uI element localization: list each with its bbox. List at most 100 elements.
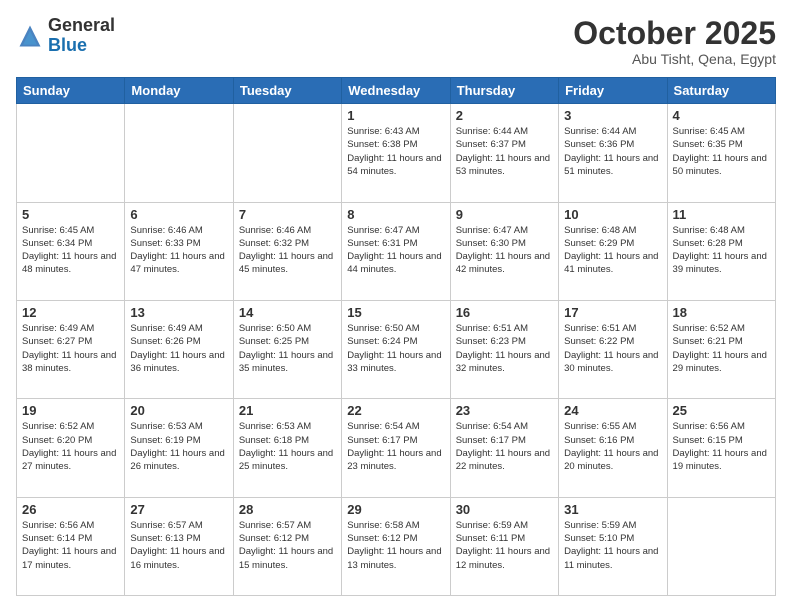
day-number: 25 bbox=[673, 403, 770, 418]
calendar-cell: 28 Sunrise: 6:57 AM Sunset: 6:12 PM Dayli… bbox=[233, 497, 341, 595]
day-number: 27 bbox=[130, 502, 227, 517]
day-info: Sunrise: 6:47 AM Sunset: 6:30 PM Dayligh… bbox=[456, 224, 553, 277]
day-info: Sunrise: 6:57 AM Sunset: 6:13 PM Dayligh… bbox=[130, 519, 227, 572]
calendar-cell: 25 Sunrise: 6:56 AM Sunset: 6:15 PM Dayli… bbox=[667, 399, 775, 497]
day-info: Sunrise: 6:48 AM Sunset: 6:29 PM Dayligh… bbox=[564, 224, 661, 277]
calendar-cell bbox=[17, 104, 125, 202]
calendar-cell: 16 Sunrise: 6:51 AM Sunset: 6:23 PM Dayli… bbox=[450, 300, 558, 398]
day-number: 4 bbox=[673, 108, 770, 123]
day-info: Sunrise: 6:57 AM Sunset: 6:12 PM Dayligh… bbox=[239, 519, 336, 572]
day-info: Sunrise: 6:52 AM Sunset: 6:20 PM Dayligh… bbox=[22, 420, 119, 473]
day-number: 13 bbox=[130, 305, 227, 320]
calendar-cell: 11 Sunrise: 6:48 AM Sunset: 6:28 PM Dayli… bbox=[667, 202, 775, 300]
calendar-cell: 17 Sunrise: 6:51 AM Sunset: 6:22 PM Dayli… bbox=[559, 300, 667, 398]
day-info: Sunrise: 6:51 AM Sunset: 6:22 PM Dayligh… bbox=[564, 322, 661, 375]
day-number: 12 bbox=[22, 305, 119, 320]
calendar-cell: 30 Sunrise: 6:59 AM Sunset: 6:11 PM Dayli… bbox=[450, 497, 558, 595]
day-number: 29 bbox=[347, 502, 444, 517]
day-number: 5 bbox=[22, 207, 119, 222]
day-info: Sunrise: 6:44 AM Sunset: 6:36 PM Dayligh… bbox=[564, 125, 661, 178]
calendar-cell: 18 Sunrise: 6:52 AM Sunset: 6:21 PM Dayli… bbox=[667, 300, 775, 398]
calendar-cell: 5 Sunrise: 6:45 AM Sunset: 6:34 PM Daylig… bbox=[17, 202, 125, 300]
location: Abu Tisht, Qena, Egypt bbox=[573, 51, 776, 67]
day-number: 6 bbox=[130, 207, 227, 222]
day-number: 7 bbox=[239, 207, 336, 222]
day-number: 8 bbox=[347, 207, 444, 222]
day-info: Sunrise: 6:55 AM Sunset: 6:16 PM Dayligh… bbox=[564, 420, 661, 473]
day-number: 16 bbox=[456, 305, 553, 320]
day-number: 20 bbox=[130, 403, 227, 418]
day-number: 9 bbox=[456, 207, 553, 222]
weekday-header: Monday bbox=[125, 78, 233, 104]
weekday-header: Friday bbox=[559, 78, 667, 104]
calendar-cell: 21Sunrise: 6:53 AM Sunset: 6:18 PM Dayli… bbox=[233, 399, 341, 497]
day-info: Sunrise: 6:47 AM Sunset: 6:31 PM Dayligh… bbox=[347, 224, 444, 277]
day-info: Sunrise: 6:53 AM Sunset: 6:18 PM Dayligh… bbox=[239, 420, 336, 473]
day-info: Sunrise: 6:53 AM Sunset: 6:19 PM Dayligh… bbox=[130, 420, 227, 473]
day-info: Sunrise: 6:49 AM Sunset: 6:26 PM Dayligh… bbox=[130, 322, 227, 375]
page: General Blue October 2025 Abu Tisht, Qen… bbox=[0, 0, 792, 612]
title-block: October 2025 Abu Tisht, Qena, Egypt bbox=[573, 16, 776, 67]
day-info: Sunrise: 6:59 AM Sunset: 6:11 PM Dayligh… bbox=[456, 519, 553, 572]
day-number: 14 bbox=[239, 305, 336, 320]
day-number: 31 bbox=[564, 502, 661, 517]
day-info: Sunrise: 6:54 AM Sunset: 6:17 PM Dayligh… bbox=[347, 420, 444, 473]
calendar-cell: 19 Sunrise: 6:52 AM Sunset: 6:20 PM Dayli… bbox=[17, 399, 125, 497]
weekday-header: Sunday bbox=[17, 78, 125, 104]
calendar-cell: 31 Sunrise: 5:59 AM Sunset: 5:10 PM Dayli… bbox=[559, 497, 667, 595]
calendar-cell: 1Sunrise: 6:43 AM Sunset: 6:38 PM Daylig… bbox=[342, 104, 450, 202]
day-number: 17 bbox=[564, 305, 661, 320]
day-number: 23 bbox=[456, 403, 553, 418]
day-info: Sunrise: 5:59 AM Sunset: 5:10 PM Dayligh… bbox=[564, 519, 661, 572]
calendar-cell: 7 Sunrise: 6:46 AM Sunset: 6:32 PM Daylig… bbox=[233, 202, 341, 300]
calendar-cell: 29 Sunrise: 6:58 AM Sunset: 6:12 PM Dayli… bbox=[342, 497, 450, 595]
day-info: Sunrise: 6:56 AM Sunset: 6:15 PM Dayligh… bbox=[673, 420, 770, 473]
day-info: Sunrise: 6:48 AM Sunset: 6:28 PM Dayligh… bbox=[673, 224, 770, 277]
calendar-cell: 6Sunrise: 6:46 AM Sunset: 6:33 PM Daylig… bbox=[125, 202, 233, 300]
day-info: Sunrise: 6:58 AM Sunset: 6:12 PM Dayligh… bbox=[347, 519, 444, 572]
calendar-cell: 3 Sunrise: 6:44 AM Sunset: 6:36 PM Daylig… bbox=[559, 104, 667, 202]
day-info: Sunrise: 6:54 AM Sunset: 6:17 PM Dayligh… bbox=[456, 420, 553, 473]
calendar-cell: 8 Sunrise: 6:47 AM Sunset: 6:31 PM Daylig… bbox=[342, 202, 450, 300]
calendar-table: SundayMondayTuesdayWednesdayThursdayFrid… bbox=[16, 77, 776, 596]
day-info: Sunrise: 6:50 AM Sunset: 6:24 PM Dayligh… bbox=[347, 322, 444, 375]
calendar-cell: 22 Sunrise: 6:54 AM Sunset: 6:17 PM Dayli… bbox=[342, 399, 450, 497]
calendar-cell: 9 Sunrise: 6:47 AM Sunset: 6:30 PM Daylig… bbox=[450, 202, 558, 300]
day-number: 19 bbox=[22, 403, 119, 418]
calendar-cell: 23 Sunrise: 6:54 AM Sunset: 6:17 PM Dayli… bbox=[450, 399, 558, 497]
day-info: Sunrise: 6:49 AM Sunset: 6:27 PM Dayligh… bbox=[22, 322, 119, 375]
logo-icon bbox=[16, 22, 44, 50]
day-info: Sunrise: 6:45 AM Sunset: 6:35 PM Dayligh… bbox=[673, 125, 770, 178]
day-number: 18 bbox=[673, 305, 770, 320]
calendar-cell: 13 Sunrise: 6:49 AM Sunset: 6:26 PM Dayli… bbox=[125, 300, 233, 398]
day-number: 30 bbox=[456, 502, 553, 517]
calendar-cell bbox=[667, 497, 775, 595]
day-number: 1 bbox=[347, 108, 444, 123]
day-number: 22 bbox=[347, 403, 444, 418]
day-info: Sunrise: 6:52 AM Sunset: 6:21 PM Dayligh… bbox=[673, 322, 770, 375]
day-info: Sunrise: 6:44 AM Sunset: 6:37 PM Dayligh… bbox=[456, 125, 553, 178]
weekday-header: Wednesday bbox=[342, 78, 450, 104]
calendar-cell: 24 Sunrise: 6:55 AM Sunset: 6:16 PM Dayli… bbox=[559, 399, 667, 497]
day-number: 3 bbox=[564, 108, 661, 123]
day-info: Sunrise: 6:45 AM Sunset: 6:34 PM Dayligh… bbox=[22, 224, 119, 277]
weekday-header: Saturday bbox=[667, 78, 775, 104]
day-info: Sunrise: 6:50 AM Sunset: 6:25 PM Dayligh… bbox=[239, 322, 336, 375]
day-number: 24 bbox=[564, 403, 661, 418]
day-info: Sunrise: 6:56 AM Sunset: 6:14 PM Dayligh… bbox=[22, 519, 119, 572]
calendar-cell: 27 Sunrise: 6:57 AM Sunset: 6:13 PM Dayli… bbox=[125, 497, 233, 595]
calendar-cell: 15 Sunrise: 6:50 AM Sunset: 6:24 PM Dayli… bbox=[342, 300, 450, 398]
day-number: 11 bbox=[673, 207, 770, 222]
calendar-cell: 20 Sunrise: 6:53 AM Sunset: 6:19 PM Dayli… bbox=[125, 399, 233, 497]
day-number: 15 bbox=[347, 305, 444, 320]
day-info: Sunrise: 6:46 AM Sunset: 6:32 PM Dayligh… bbox=[239, 224, 336, 277]
day-info: Sunrise: 6:51 AM Sunset: 6:23 PM Dayligh… bbox=[456, 322, 553, 375]
calendar-cell: 12 Sunrise: 6:49 AM Sunset: 6:27 PM Dayli… bbox=[17, 300, 125, 398]
day-number: 28 bbox=[239, 502, 336, 517]
logo: General Blue bbox=[16, 16, 115, 56]
weekday-header: Thursday bbox=[450, 78, 558, 104]
calendar-cell: 14 Sunrise: 6:50 AM Sunset: 6:25 PM Dayli… bbox=[233, 300, 341, 398]
calendar-cell: 26Sunrise: 6:56 AM Sunset: 6:14 PM Dayli… bbox=[17, 497, 125, 595]
calendar-cell: 2Sunrise: 6:44 AM Sunset: 6:37 PM Daylig… bbox=[450, 104, 558, 202]
header: General Blue October 2025 Abu Tisht, Qen… bbox=[16, 16, 776, 67]
